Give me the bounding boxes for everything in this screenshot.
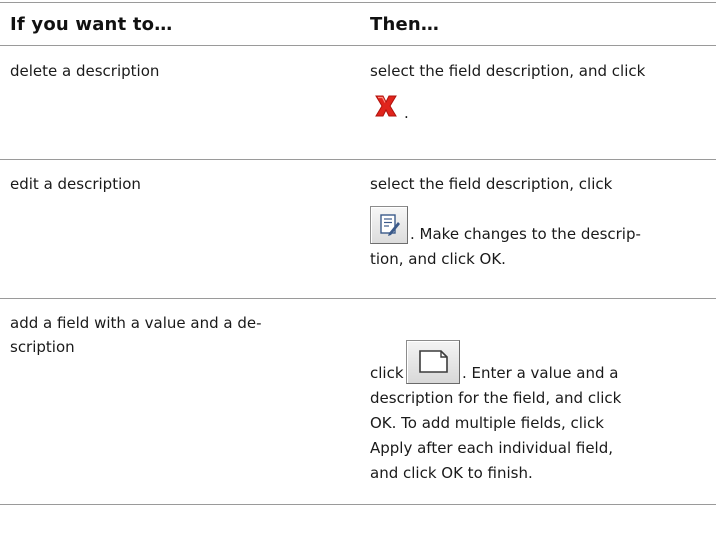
row-edit-then-line1: select the field description, click <box>370 175 613 193</box>
row-rule-2 <box>0 298 716 299</box>
new-field-button[interactable] <box>406 340 460 384</box>
row-add-want-line1: add a field with a value and a de- <box>10 314 262 332</box>
row-add-then-line2: description for the field, and click <box>370 389 622 407</box>
header-rule <box>0 45 716 46</box>
row-rule-1 <box>0 159 716 160</box>
new-field-icon <box>406 340 460 384</box>
delete-x-icon <box>372 94 400 122</box>
row-edit-then-line2: . Make changes to the descrip- <box>410 225 641 243</box>
row-add-then-line4: Apply after each individual field, <box>370 439 614 457</box>
table-bottom-rule <box>0 504 716 505</box>
row-edit-then-line3: tion, and click OK. <box>370 250 506 268</box>
header-col-want: If you want to… <box>10 14 173 35</box>
edit-description-icon <box>370 206 408 244</box>
edit-description-button[interactable] <box>370 206 408 244</box>
row-delete-want: delete a description <box>10 62 160 80</box>
row-add-want-line2: scription <box>10 338 75 356</box>
row-edit-want: edit a description <box>10 175 141 193</box>
header-col-then: Then… <box>370 14 440 35</box>
row-add-then-line3: OK. To add multiple fields, click <box>370 414 604 432</box>
table-top-rule <box>0 2 716 3</box>
row-add-then-line5: and click OK to finish. <box>370 464 533 482</box>
row-delete-then: select the field description, and click <box>370 62 646 80</box>
row-add-then-click: click <box>370 364 404 382</box>
row-add-then-line1: . Enter a value and a <box>462 364 619 382</box>
row-delete-period: . <box>404 104 409 122</box>
